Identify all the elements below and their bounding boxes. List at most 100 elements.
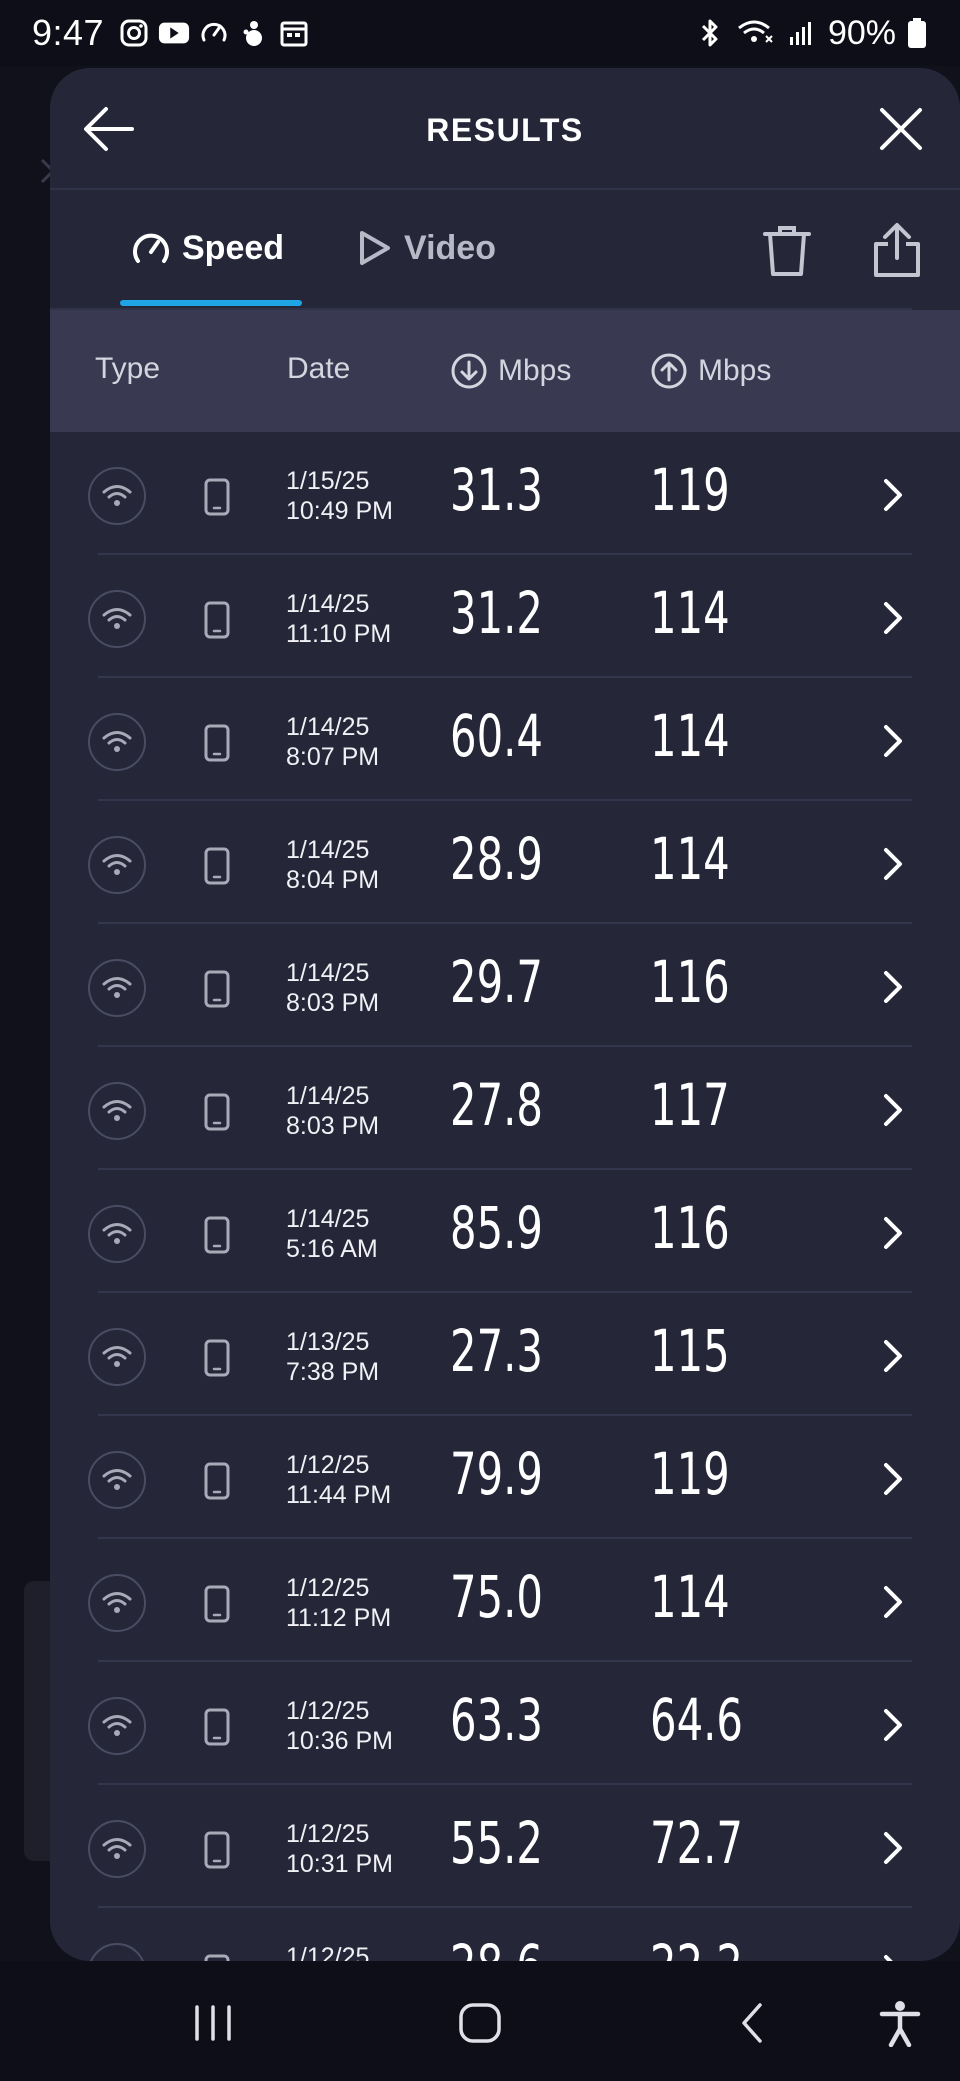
tab-video[interactable]: Video — [354, 228, 496, 268]
chevron-right-icon[interactable] — [872, 720, 912, 762]
upload-speed: 117 — [650, 1071, 730, 1139]
result-date-time: 8:03 PM — [286, 1112, 380, 1140]
download-speed: 28.9 — [450, 825, 543, 893]
result-date: 1/14/25 8:04 PM — [286, 835, 379, 895]
trash-icon[interactable] — [762, 224, 812, 278]
wifi-call-icon — [736, 17, 776, 49]
chevron-right-icon[interactable] — [872, 1089, 912, 1131]
wifi-type-icon — [88, 1697, 146, 1755]
result-date: 1/12/25 11:12 PM — [286, 1573, 391, 1633]
result-row[interactable]: 1/14/25 8:07 PM 60.4 114 — [88, 678, 912, 801]
result-row[interactable]: 1/15/25 10:49 PM 31.3 119 — [88, 432, 912, 555]
result-row[interactable]: 1/14/25 8:04 PM 28.9 114 — [88, 801, 912, 924]
result-date-time: 8:03 PM — [286, 989, 380, 1017]
result-date-day: 1/12/25 — [286, 1451, 370, 1479]
wifi-type-icon — [88, 836, 146, 894]
result-date: 1/14/25 8:07 PM — [286, 712, 379, 772]
result-date: 1/14/25 8:03 PM — [286, 1081, 379, 1141]
result-date-day: 1/14/25 — [286, 713, 370, 741]
accessibility-icon[interactable] — [872, 1999, 928, 2047]
upload-arrow-icon — [651, 353, 687, 389]
chevron-right-icon[interactable] — [872, 1704, 912, 1746]
wifi-type-icon — [88, 1574, 146, 1632]
result-date: 1/12/25 11:44 PM — [286, 1450, 391, 1510]
result-date-time: 11:44 PM — [286, 1481, 392, 1509]
upload-speed: 114 — [650, 825, 730, 893]
result-row[interactable]: 1/14/25 8:03 PM 27.8 117 — [88, 1047, 912, 1170]
chevron-right-icon[interactable] — [872, 1950, 912, 1961]
upload-speed: 72.7 — [650, 1809, 743, 1877]
chevron-right-icon[interactable] — [872, 1581, 912, 1623]
download-speed: 85.9 — [450, 1194, 543, 1262]
column-download-label: Mbps — [498, 354, 572, 387]
active-tab-indicator — [120, 300, 302, 306]
phone-icon — [204, 478, 230, 516]
result-row[interactable]: 1/14/25 8:03 PM 29.7 116 — [88, 924, 912, 1047]
result-row[interactable]: 1/12/25 11:12 PM 75.0 114 — [88, 1539, 912, 1662]
notification-icons — [118, 17, 310, 49]
column-type-label: Type — [95, 352, 161, 385]
upload-speed: 116 — [650, 948, 730, 1016]
upload-speed: 114 — [650, 1563, 730, 1631]
download-speed: 28.6 — [450, 1932, 543, 1961]
chevron-right-icon[interactable] — [872, 966, 912, 1008]
tab-speed[interactable]: Speed — [130, 228, 284, 268]
phone-icon — [204, 1831, 230, 1869]
status-bar: 9:47 90% — [0, 0, 960, 66]
download-speed: 31.3 — [450, 456, 543, 524]
result-date-time: 8:04 PM — [286, 866, 380, 894]
wifi-type-icon — [88, 1328, 146, 1386]
result-date-day: 1/14/25 — [286, 590, 370, 618]
result-row[interactable]: 1/14/25 5:16 AM 85.9 116 — [88, 1170, 912, 1293]
chevron-right-icon[interactable] — [872, 597, 912, 639]
result-date-day: 1/14/25 — [286, 836, 370, 864]
wifi-type-icon — [88, 959, 146, 1017]
column-upload[interactable]: Mbps — [650, 352, 771, 390]
wifi-type-icon — [88, 467, 146, 525]
column-date[interactable]: Date — [287, 352, 350, 386]
recent-apps-icon[interactable] — [185, 1999, 241, 2047]
result-row[interactable]: 1/12/25 11:44 PM 79.9 119 — [88, 1416, 912, 1539]
chevron-right-icon[interactable] — [872, 1827, 912, 1869]
phone-icon — [204, 1954, 230, 1961]
phone-icon — [204, 1462, 230, 1500]
chevron-right-icon[interactable] — [872, 843, 912, 885]
column-download[interactable]: Mbps — [450, 352, 571, 390]
chevron-right-icon[interactable] — [872, 474, 912, 516]
download-speed: 75.0 — [450, 1563, 543, 1631]
share-icon[interactable] — [872, 222, 922, 278]
phone-icon — [204, 601, 230, 639]
play-icon — [360, 231, 390, 265]
phone-icon — [204, 1093, 230, 1131]
home-icon[interactable] — [452, 1999, 508, 2047]
result-row[interactable]: 1/13/25 7:38 PM 27.3 115 — [88, 1293, 912, 1416]
table-header: Type Date Mbps Mbps — [50, 310, 960, 432]
result-date-day: 1/12/25 — [286, 1574, 370, 1602]
result-date: 1/12/25 10:31 PM — [286, 1819, 393, 1879]
result-date-day: 1/14/25 — [286, 1205, 370, 1233]
result-row[interactable]: 1/14/25 11:10 PM 31.2 114 — [88, 555, 912, 678]
results-sheet: RESULTS Speed Video Type Date Mbps Mbps … — [50, 68, 960, 1961]
result-row[interactable]: 1/12/25 28.6 22.2 — [88, 1908, 912, 1961]
back-nav-icon[interactable] — [724, 1999, 780, 2047]
result-row[interactable]: 1/12/25 10:36 PM 63.3 64.6 — [88, 1662, 912, 1785]
result-row[interactable]: 1/12/25 10:31 PM 55.2 72.7 — [88, 1785, 912, 1908]
download-speed: 27.3 — [450, 1317, 543, 1385]
result-date: 1/12/25 10:36 PM — [286, 1696, 393, 1756]
upload-speed: 115 — [650, 1317, 730, 1385]
chevron-right-icon[interactable] — [872, 1458, 912, 1500]
download-speed: 31.2 — [450, 579, 543, 647]
column-type[interactable]: Type — [95, 352, 160, 386]
chevron-right-icon[interactable] — [872, 1335, 912, 1377]
download-speed: 79.9 — [450, 1440, 543, 1508]
tab-video-label: Video — [404, 228, 496, 267]
phone-icon — [204, 1708, 230, 1746]
result-date: 1/14/25 11:10 PM — [286, 589, 391, 649]
close-icon[interactable] — [876, 104, 926, 154]
bluetooth-icon — [694, 17, 726, 49]
download-speed: 55.2 — [450, 1809, 543, 1877]
speedometer-icon — [198, 17, 230, 49]
chevron-right-icon[interactable] — [872, 1212, 912, 1254]
download-speed: 60.4 — [450, 702, 543, 770]
column-date-label: Date — [287, 352, 351, 385]
